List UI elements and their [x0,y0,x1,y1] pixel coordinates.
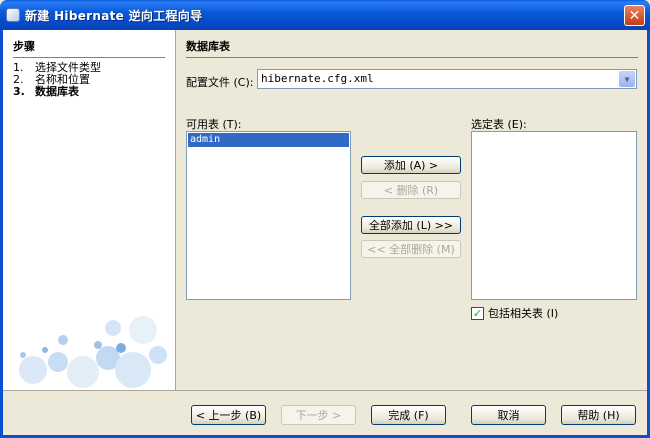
step-label: 数据库表 [35,85,79,98]
close-button[interactable]: ✕ [624,5,645,26]
config-file-value: hibernate.cfg.xml [261,72,374,85]
step-number: 3. [13,85,25,98]
list-item[interactable]: admin [188,133,349,147]
steps-panel: 步骤 1. 选择文件类型 2. 名称和位置 3. 数据库表 [3,30,176,390]
footer-divider [3,390,647,391]
add-button[interactable]: 添加 (A) > [361,156,461,174]
config-file-label: 配置文件 (C): [186,76,254,89]
selected-tables-list[interactable] [471,131,637,300]
config-file-combobox[interactable]: hibernate.cfg.xml ▼ [257,69,637,89]
help-button[interactable]: 帮助 (H) [561,405,636,425]
include-related-label: 包括相关表 (I) [488,307,559,320]
title-bar: 新建 Hibernate 逆向工程向导 ✕ [0,0,650,30]
back-button[interactable]: < 上一步 (B) [191,405,266,425]
steps-title: 步骤 [13,38,165,58]
decorative-bubbles-image [19,316,167,388]
next-button[interactable]: 下一步 > [281,405,356,425]
add-all-button[interactable]: 全部添加 (L) >> [361,216,461,234]
remove-button[interactable]: < 删除 (R) [361,181,461,199]
chevron-down-icon[interactable]: ▼ [619,71,635,87]
include-related-checkbox[interactable]: ✓ [471,306,484,320]
close-icon: ✕ [628,7,641,24]
step-item-current: 3. 数据库表 [13,86,101,98]
app-cube-icon [6,8,20,22]
finish-button[interactable]: 完成 (F) [371,405,446,425]
main-content: 数据库表 配置文件 (C): hibernate.cfg.xml ▼ 可用表 (… [177,30,647,390]
checkmark-icon: ✓ [472,306,483,320]
cancel-button[interactable]: 取消 [471,405,546,425]
section-title: 数据库表 [186,38,638,58]
remove-all-button[interactable]: << 全部删除 (M) [361,240,461,258]
selected-tables-label: 选定表 (E): [471,118,527,131]
steps-list: 1. 选择文件类型 2. 名称和位置 3. 数据库表 [13,62,101,98]
available-tables-list[interactable]: admin [186,131,351,300]
window-title: 新建 Hibernate 逆向工程向导 [25,8,203,23]
available-tables-label: 可用表 (T): [186,118,242,131]
include-related-row[interactable]: ✓ 包括相关表 (I) [471,305,558,321]
